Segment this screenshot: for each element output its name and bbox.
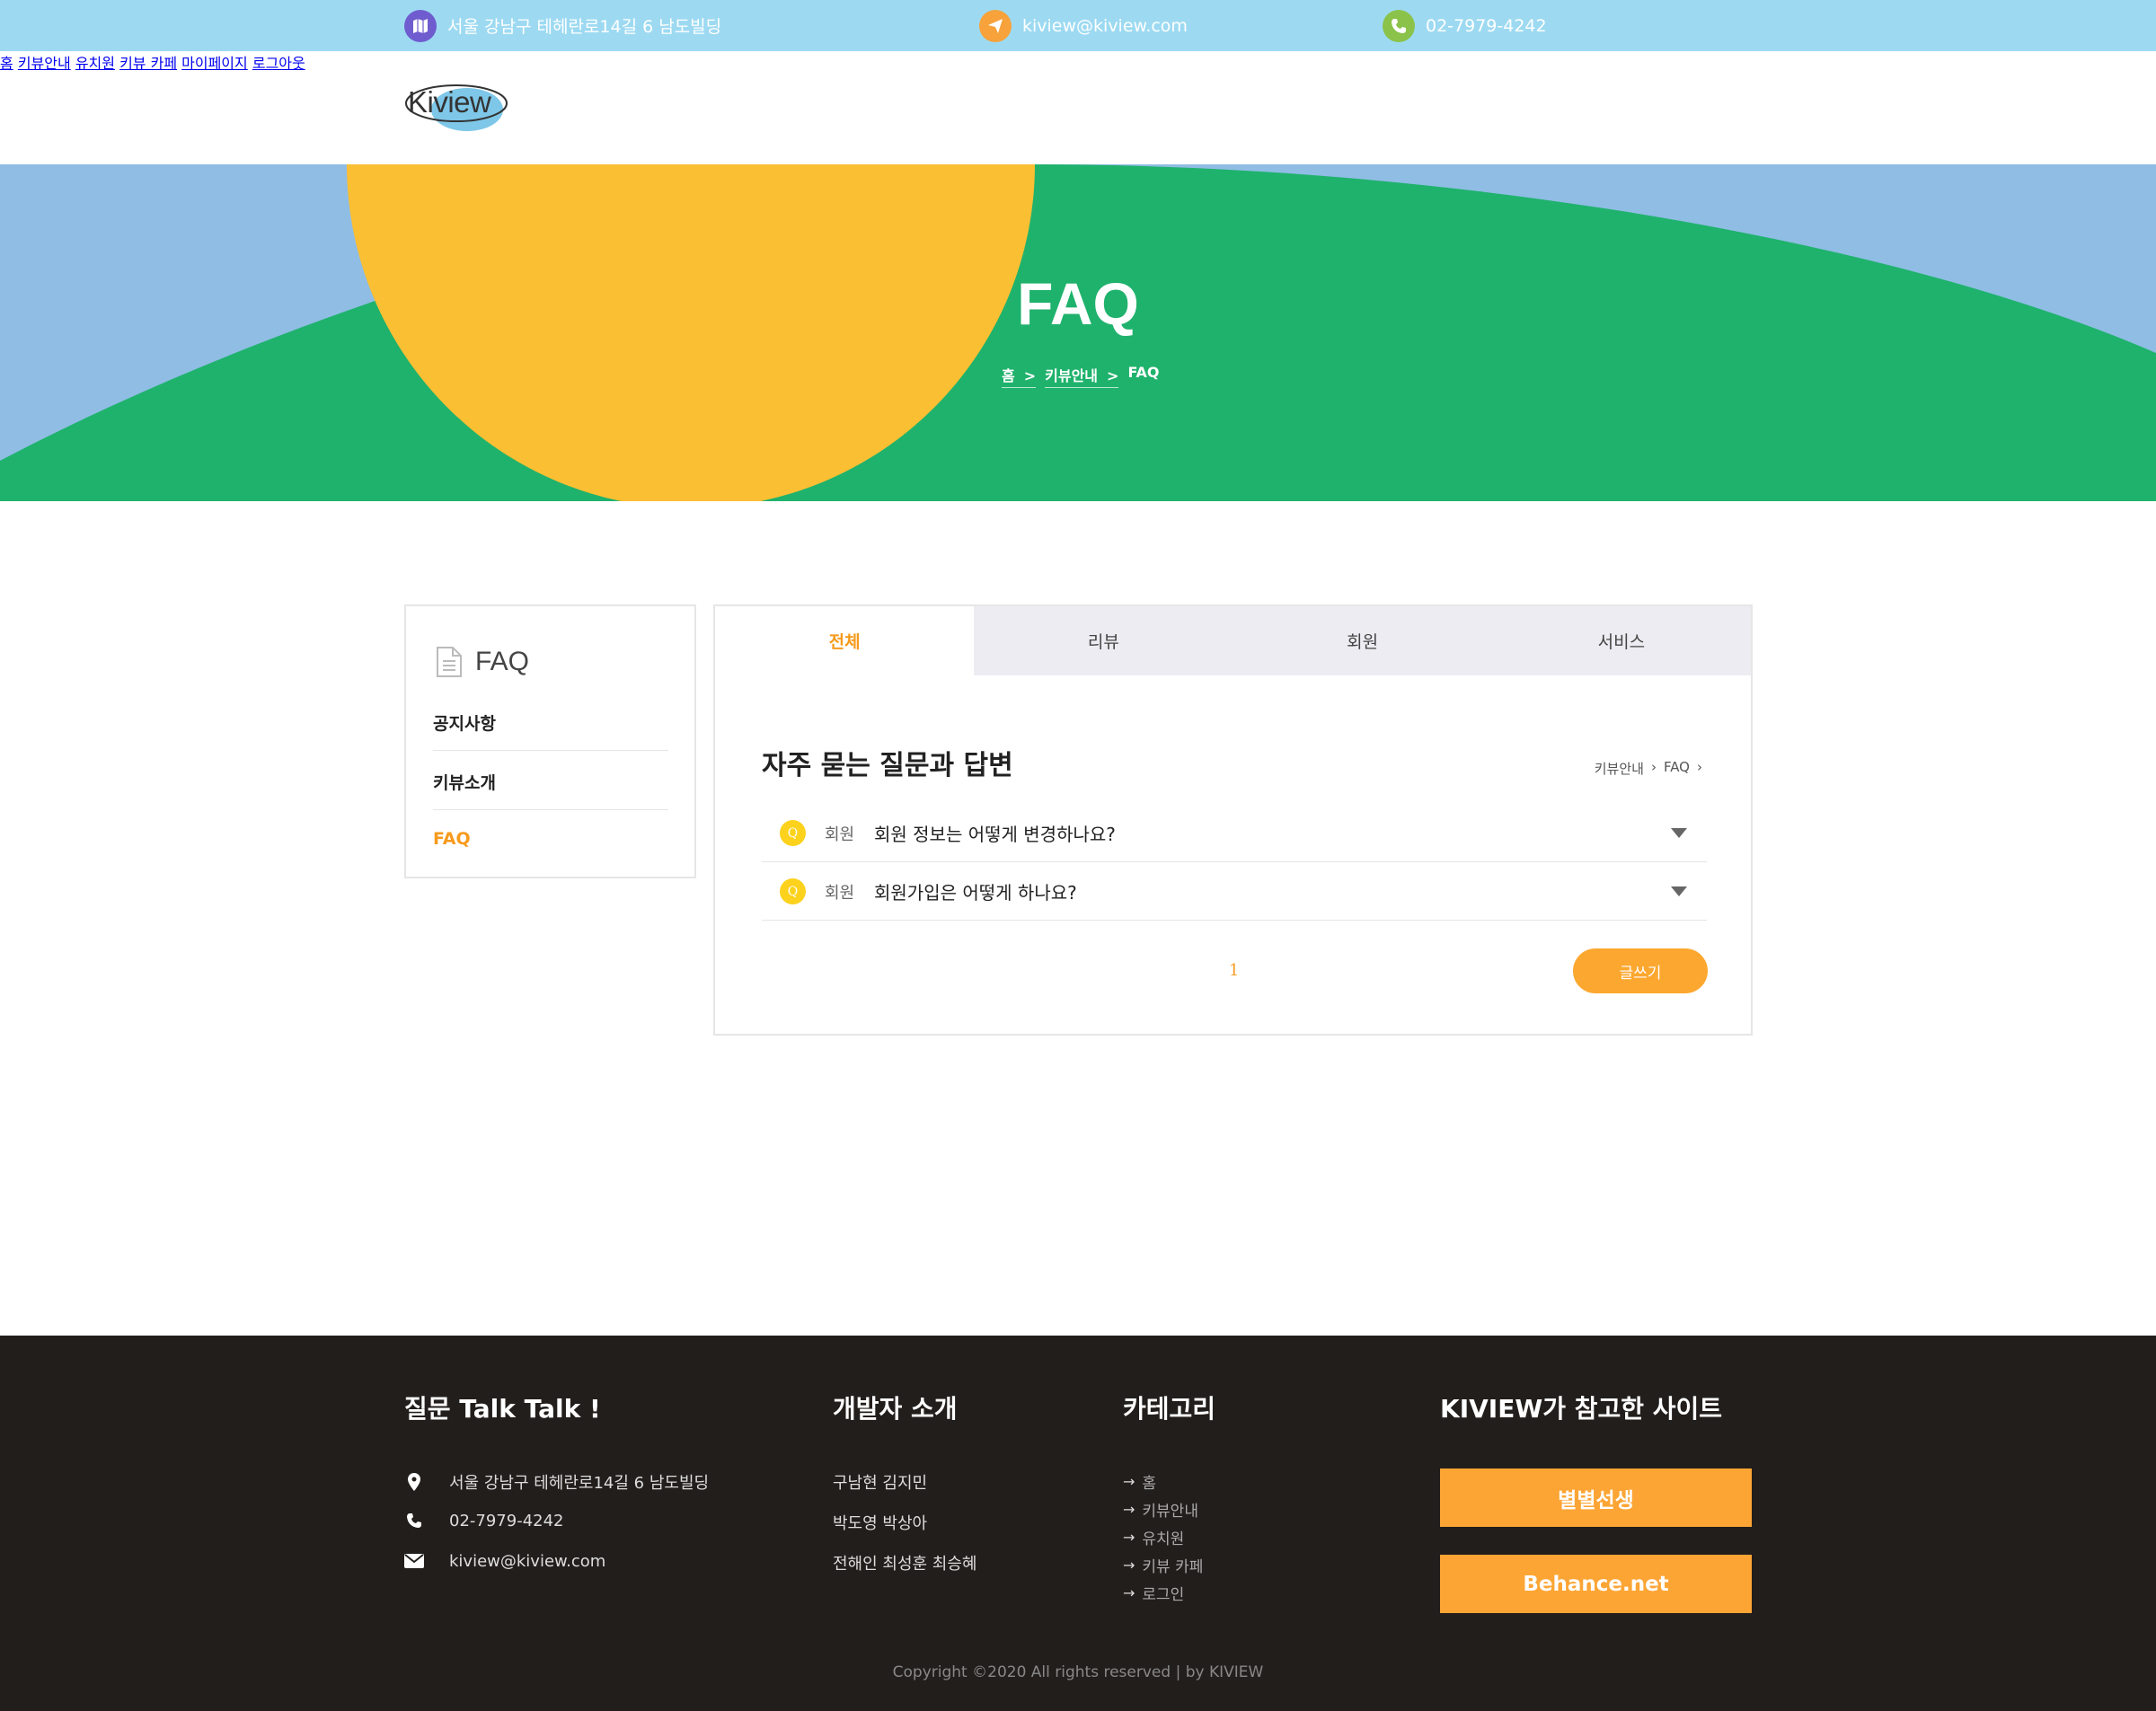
sidebar-divider [433, 809, 668, 810]
topbar-email-text[interactable]: kiview@kiview.com [1022, 16, 1188, 36]
map-icon [404, 9, 437, 42]
paper-plane-icon [979, 9, 1012, 42]
sidebar-item-about[interactable]: 키뷰소개 [433, 770, 668, 794]
copyright-text: Copyright ©2020 All rights reserved | by… [892, 1663, 1264, 1681]
faq-crumb-guide[interactable]: 키뷰안내 [1595, 759, 1644, 778]
hero-breadcrumb: 홈 > 키뷰안내 > FAQ [1002, 364, 1169, 388]
write-button[interactable]: 글쓰기 [1573, 948, 1708, 993]
hero-crumb-guide[interactable]: 키뷰안내 > [1045, 364, 1119, 388]
footer-contact-title: 질문 Talk Talk ! [404, 1394, 601, 1424]
sidebar-header: FAQ [436, 646, 529, 678]
main-nav: 홈 키뷰안내 유치원 키뷰 카페 마이페이지 로그아웃 [0, 51, 2156, 73]
faq-heading: 자주 묻는 질문과 답변 [762, 750, 1013, 781]
question-badge: Q [780, 820, 806, 846]
sidebar: FAQ 공지사항 키뷰소개 FAQ [404, 604, 696, 878]
faq-item[interactable]: Q 회원 회원 정보는 어떻게 변경하나요? [762, 804, 1707, 862]
hero-crumb-current: FAQ [1127, 364, 1160, 381]
question-category: 회원 [825, 825, 855, 844]
faq-crumb-faq[interactable]: FAQ [1664, 759, 1690, 778]
hero-crumb-guide-label: 키뷰안내 [1045, 367, 1099, 384]
footer-category-label[interactable]: 홈 [1142, 1470, 1156, 1493]
arrow-right-icon: → [1123, 1501, 1135, 1518]
faq-item[interactable]: Q 회원 회원가입은 어떻게 하나요? [762, 862, 1707, 921]
chevron-right-icon: › [1697, 759, 1702, 775]
faq-tabs: 전체 리뷰 회원 서비스 [715, 606, 1751, 675]
nav-kiview-cafe[interactable]: 키뷰 카페 [119, 55, 177, 72]
footer-category-title: 카테고리 [1123, 1394, 1216, 1424]
arrow-right-icon: → [1123, 1529, 1135, 1546]
arrow-right-icon: → [1123, 1584, 1135, 1601]
tab-all[interactable]: 전체 [715, 606, 975, 675]
topbar-address: 서울 강남구 테헤란로14길 6 남도빌딩 [404, 0, 721, 51]
footer-phone: 02-7979-4242 [404, 1511, 564, 1530]
ref-site-button[interactable]: 별별선생 [1440, 1468, 1752, 1527]
sidebar-title: FAQ [475, 647, 530, 676]
footer-category-label[interactable]: 유치원 [1142, 1526, 1184, 1548]
hero-title: FAQ [1017, 270, 1139, 337]
topbar-email[interactable]: kiview@kiview.com [979, 0, 1188, 51]
sidebar-item-faq[interactable]: FAQ [433, 829, 668, 849]
nav-mypage[interactable]: 마이페이지 [181, 55, 248, 72]
faq-breadcrumb: 키뷰안내 › FAQ › [1587, 759, 1702, 778]
tab-service[interactable]: 서비스 [1491, 606, 1751, 675]
sidebar-item-notice[interactable]: 공지사항 [433, 710, 668, 735]
footer-category-link[interactable]: → 키뷰안내 [1123, 1498, 1198, 1521]
developer-names: 구남현 김지민 [833, 1474, 928, 1493]
caret-down-icon[interactable] [1671, 886, 1687, 896]
top-info-bar: 서울 강남구 테헤란로14길 6 남도빌딩 kiview@kiview.com … [0, 0, 2156, 51]
footer-phone-text: 02-7979-4242 [449, 1511, 564, 1530]
tab-review[interactable]: 리뷰 [974, 606, 1233, 675]
pagination-page[interactable]: 1 [1229, 961, 1239, 980]
question-text[interactable]: 회원 정보는 어떻게 변경하나요? [874, 820, 1116, 846]
nav-logout[interactable]: 로그아웃 [252, 55, 305, 72]
ref-site-button[interactable]: Behance.net [1440, 1555, 1752, 1613]
footer-category-link[interactable]: → 로그인 [1123, 1582, 1184, 1604]
footer-email-text[interactable]: kiview@kiview.com [449, 1552, 605, 1571]
caret-down-icon[interactable] [1671, 828, 1687, 838]
footer-address: 서울 강남구 테헤란로14길 6 남도빌딩 [404, 1470, 709, 1494]
site-header: Kiview 홈 키뷰안내 유치원 키뷰 카페 마이페이지 로그아웃 [0, 51, 2156, 164]
phone-icon [1383, 9, 1415, 42]
envelope-icon [404, 1551, 424, 1571]
developer-names: 박도영 박상아 [833, 1514, 928, 1533]
nav-kindergarten[interactable]: 유치원 [75, 55, 115, 72]
faq-panel: 전체 리뷰 회원 서비스 자주 묻는 질문과 답변 키뷰안내 › FAQ › Q 회… [713, 604, 1753, 1036]
topbar-phone-text: 02-7979-4242 [1426, 15, 1547, 36]
phone-icon [404, 1511, 424, 1530]
hero-crumb-home-label: 홈 [1002, 367, 1015, 384]
arrow-right-icon: → [1123, 1557, 1135, 1574]
topbar-phone: 02-7979-4242 [1383, 0, 1547, 51]
footer-category-label[interactable]: 키뷰 카페 [1142, 1554, 1203, 1576]
logo-text: Kiview [408, 85, 491, 119]
nav-home[interactable]: 홈 [0, 55, 13, 72]
nav-kiview-guide[interactable]: 키뷰안내 [18, 55, 71, 72]
tab-member[interactable]: 회원 [1233, 606, 1492, 675]
kiview-logo[interactable]: Kiview [404, 73, 514, 137]
question-text[interactable]: 회원가입은 어떻게 하나요? [874, 878, 1077, 904]
footer-dev-title: 개발자 소개 [833, 1394, 958, 1424]
question-badge: Q [780, 878, 806, 904]
footer-category-link[interactable]: → 키뷰 카페 [1123, 1554, 1203, 1576]
map-pin-icon [404, 1472, 424, 1492]
sidebar-divider [433, 750, 668, 751]
arrow-right-icon: → [1123, 1473, 1135, 1490]
footer-ref-title: KIVIEW가 참고한 사이트 [1440, 1394, 1723, 1424]
question-category: 회원 [825, 884, 855, 903]
document-icon [437, 647, 462, 677]
hero-crumb-home[interactable]: 홈 > [1002, 364, 1037, 388]
footer-email[interactable]: kiview@kiview.com [404, 1551, 605, 1571]
topbar-address-text: 서울 강남구 테헤란로14길 6 남도빌딩 [447, 17, 722, 37]
footer-category-label[interactable]: 키뷰안내 [1142, 1498, 1198, 1521]
footer-category-link[interactable]: → 유치원 [1123, 1526, 1184, 1548]
hero-banner: FAQ 홈 > 키뷰안내 > FAQ [0, 164, 2156, 501]
footer-address-text: 서울 강남구 테헤란로14길 6 남도빌딩 [449, 1474, 710, 1493]
footer-category-label[interactable]: 로그인 [1142, 1582, 1184, 1604]
site-footer: 질문 Talk Talk ! 서울 강남구 테헤란로14길 6 남도빌딩 02-… [0, 1336, 2156, 1711]
footer-category-link[interactable]: → 홈 [1123, 1470, 1156, 1493]
developer-names: 전해인 최성훈 최승혜 [833, 1555, 977, 1574]
chevron-right-icon: › [1650, 759, 1657, 775]
